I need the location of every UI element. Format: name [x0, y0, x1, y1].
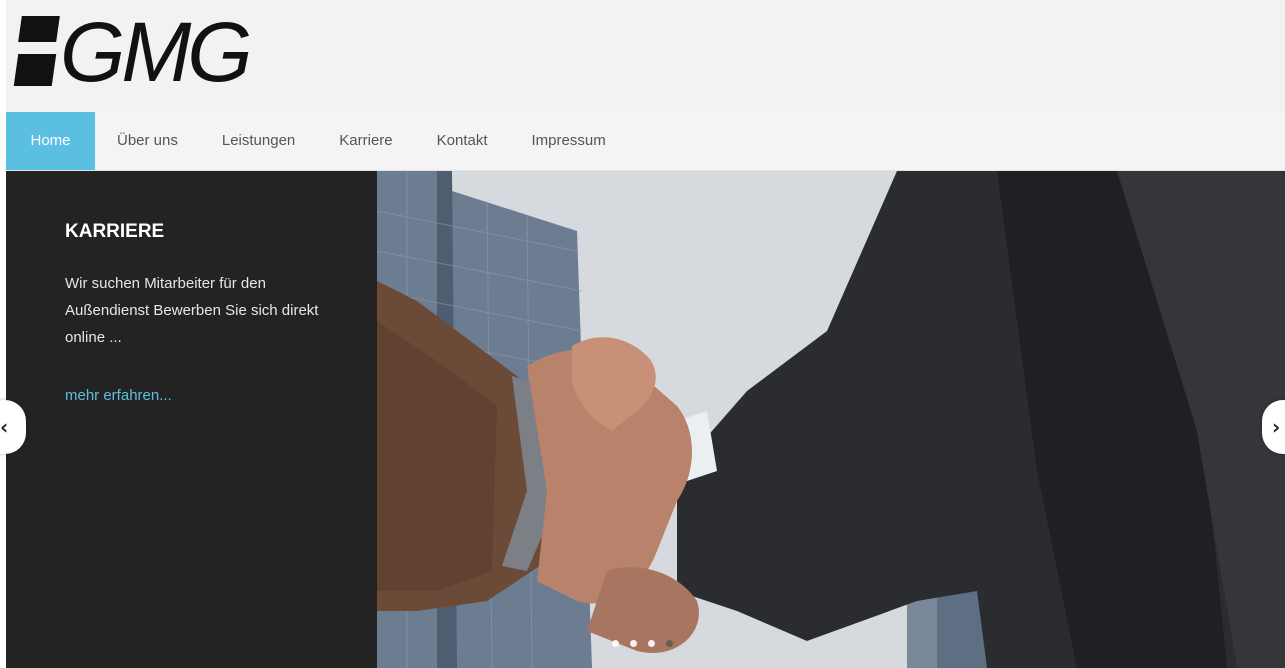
chevron-left-icon: ‹ — [0, 415, 9, 439]
nav-item-karriere[interactable]: Karriere — [317, 112, 414, 170]
logo-mark-bottom — [13, 54, 57, 86]
slide-dot-3[interactable] — [648, 640, 655, 647]
slide-text: Wir suchen Mitarbeiter für den Außendien… — [65, 275, 319, 346]
logo-text: GMG — [60, 5, 253, 99]
nav-item-home[interactable]: Home — [6, 112, 95, 170]
gmg-logo[interactable]: GMG — [13, 5, 274, 99]
hero-slider: KARRIERE Wir suchen Mitarbeiter für den … — [6, 171, 1285, 668]
logo-mark-top — [18, 16, 60, 42]
slide-title: KARRIERE — [65, 221, 165, 242]
read-more-link[interactable]: mehr erfahren... — [65, 387, 172, 404]
nav-item-leistungen[interactable]: Leistungen — [200, 112, 317, 170]
nav-item-impressum[interactable]: Impressum — [510, 112, 628, 170]
main-nav: Home Über uns Leistungen Karriere Kontak… — [6, 112, 1285, 171]
slide-dot-4[interactable] — [666, 640, 673, 647]
nav-item-kontakt[interactable]: Kontakt — [415, 112, 510, 170]
slide-caption-panel: KARRIERE Wir suchen Mitarbeiter für den … — [6, 171, 377, 668]
handshake-photo — [377, 171, 1285, 668]
slide-indicators — [612, 640, 673, 650]
chevron-right-icon: › — [1272, 415, 1281, 439]
slide-dot-1[interactable] — [612, 640, 619, 647]
site-header: GMG — [6, 0, 1285, 112]
nav-item-ueber-uns[interactable]: Über uns — [95, 112, 200, 170]
handshake-illustration — [377, 171, 1285, 668]
page: GMG Home Über uns Leistungen Karriere Ko… — [0, 0, 1285, 668]
slider-next-button[interactable]: › — [1262, 400, 1285, 454]
slide-dot-2[interactable] — [630, 640, 637, 647]
